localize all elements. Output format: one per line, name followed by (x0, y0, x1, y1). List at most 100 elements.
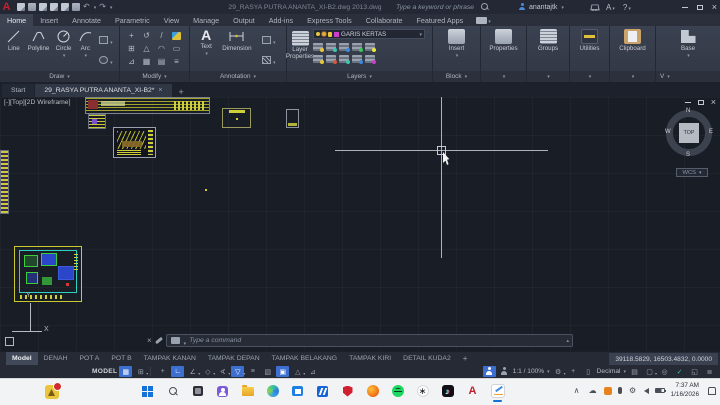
panel-label-block[interactable]: Block (433, 71, 480, 82)
grid-display-icon[interactable]: ▦ (119, 366, 132, 377)
tab-parametric[interactable]: Parametric (108, 14, 157, 26)
units-label[interactable]: Decimal (597, 368, 621, 375)
layer-walk-icon[interactable] (339, 55, 349, 63)
task-view-icon[interactable] (190, 383, 205, 399)
layer-color-swatch[interactable] (334, 32, 339, 37)
drawing-object-small[interactable] (88, 114, 106, 129)
layer-lock-icon[interactable] (352, 43, 362, 51)
tab-denah[interactable]: DENAH (38, 352, 74, 366)
start-button-icon[interactable] (140, 383, 155, 399)
interface-toggle-icon[interactable] (476, 17, 487, 24)
tab-tampak-kanan[interactable]: TAMPAK KANAN (138, 352, 202, 366)
tab-tampak-depan[interactable]: TAMPAK DEPAN (202, 352, 266, 366)
drawing-object-sheet[interactable] (113, 127, 156, 158)
new-file-icon[interactable] (17, 3, 25, 11)
layer-properties-tool[interactable]: Layer Properties (287, 28, 313, 61)
tab-output[interactable]: Output (226, 14, 262, 26)
save-icon[interactable] (39, 3, 47, 11)
view-cube-west[interactable]: W (665, 129, 671, 135)
view-cube[interactable]: N S W E TOP (666, 110, 712, 156)
trim-icon[interactable]: / (154, 29, 169, 42)
tab-insert[interactable]: Insert (33, 14, 65, 26)
units-dropdown-icon[interactable] (622, 368, 626, 375)
panel-label-properties[interactable] (481, 71, 526, 82)
circle-dropdown-icon[interactable] (62, 52, 66, 59)
notification-center-icon[interactable] (708, 387, 716, 395)
isometric-drafting-icon[interactable]: ◇▾ (201, 366, 214, 377)
stretch-icon[interactable]: ⊿ (124, 55, 139, 68)
polar-tracking-icon[interactable]: ∠▾ (186, 366, 199, 377)
new-drawing-tab-icon[interactable]: + (179, 87, 184, 97)
tab-model[interactable]: Model (6, 352, 38, 366)
layer-on-icon[interactable] (316, 32, 320, 36)
layer-merge-icon[interactable] (365, 55, 375, 63)
tiktok-icon[interactable]: ♪ (440, 383, 455, 399)
arc-dropdown-icon[interactable] (84, 52, 88, 59)
graphics-performance-icon[interactable]: ✓ (673, 366, 686, 377)
blue-app-icon[interactable] (315, 383, 330, 399)
groups-tool[interactable]: Groups (527, 26, 569, 52)
layer-dropdown[interactable]: GARIS KERTAS (313, 29, 425, 39)
panel-label-groups[interactable] (527, 71, 569, 82)
drawing-object-frame-2[interactable] (286, 109, 299, 128)
ellipse-tool[interactable] (99, 51, 113, 69)
properties-tool[interactable]: Properties (481, 26, 526, 52)
panel-label-clipboard[interactable] (610, 71, 655, 82)
layer-isolate-icon[interactable] (326, 43, 336, 51)
fillet-icon[interactable]: ◠ (154, 42, 169, 55)
tab-annotate[interactable]: Annotate (65, 14, 108, 26)
edge-browser-icon[interactable] (265, 383, 280, 399)
tray-settings-icon[interactable]: ⚙ (628, 386, 638, 395)
drawing-minimize-icon[interactable] (685, 102, 691, 103)
quick-properties-icon[interactable]: ▤ (628, 366, 641, 377)
print-icon[interactable] (72, 3, 80, 11)
autocad-taskbar-icon[interactable]: A (465, 383, 480, 399)
search-box[interactable] (396, 3, 492, 11)
undo-icon[interactable]: ↶ (83, 3, 90, 11)
search-input[interactable] (396, 4, 478, 11)
command-customize-icon[interactable] (155, 337, 163, 344)
utilities-tool[interactable]: Utilities (570, 26, 609, 52)
tab-pot-a[interactable]: POT A (73, 352, 105, 366)
tab-view[interactable]: View (157, 14, 186, 26)
layer-match-icon[interactable] (313, 55, 323, 63)
leader-tool[interactable] (262, 31, 276, 49)
annotation-monitor-icon[interactable]: + (567, 366, 580, 377)
account-dropdown-icon[interactable] (560, 4, 564, 11)
selection-cycling-icon[interactable]: ▣ (276, 366, 289, 377)
undo-dropdown-icon[interactable] (93, 4, 97, 11)
annotation-autoscale-icon[interactable] (498, 366, 511, 377)
tab-featured-apps[interactable]: Featured Apps (409, 14, 470, 26)
layer-off-icon[interactable] (313, 43, 323, 51)
clean-screen-icon[interactable]: ◱ (688, 366, 701, 377)
account-menu[interactable]: anantajtk (518, 3, 564, 11)
tab-tampak-belakang[interactable]: TAMPAK BELAKANG (266, 352, 343, 366)
layer-freeze-icon[interactable] (339, 43, 349, 51)
restore-button[interactable] (697, 5, 703, 10)
layer-thaw-icon[interactable] (322, 32, 326, 36)
taskbar-alert-icon[interactable] (45, 385, 59, 399)
help-icon[interactable]: ? (623, 3, 631, 12)
tab-add-ins[interactable]: Add-ins (262, 14, 300, 26)
microphone-icon[interactable] (618, 387, 622, 394)
mcafee-icon[interactable] (340, 383, 355, 399)
command-recent-icon[interactable] (183, 332, 187, 350)
battery-icon[interactable] (655, 388, 665, 393)
new-layout-icon[interactable]: + (457, 354, 474, 363)
annotation-visibility-icon[interactable] (483, 366, 496, 377)
object-snap-icon[interactable]: ▽▾ (231, 366, 244, 377)
tab-manage[interactable]: Manage (186, 14, 226, 26)
lock-ui-icon[interactable]: ▢▾ (643, 366, 656, 377)
view-cube-south[interactable]: S (686, 152, 690, 158)
osnap-3d-icon[interactable]: △▾ (291, 366, 304, 377)
drawing-canvas[interactable]: [-][Top][2D Wireframe] × N S W E TOP WCS (0, 97, 720, 351)
view-cube-top-face[interactable]: TOP (679, 123, 699, 143)
layer-make-current-icon[interactable] (365, 43, 375, 51)
annotation-scale-label[interactable]: 1:1 / 100% (513, 368, 545, 375)
tray-chevron-icon[interactable]: ∧ (572, 386, 582, 395)
minimize-button[interactable] (682, 7, 688, 8)
panel-label-annotation[interactable]: Annotation (190, 71, 286, 82)
customize-icon[interactable]: ≣ (703, 366, 716, 377)
file-tab-drawing[interactable]: 29_RASYA PUTRA ANANTA_XI-B2* × (35, 84, 171, 97)
firefox-icon[interactable] (365, 383, 380, 399)
